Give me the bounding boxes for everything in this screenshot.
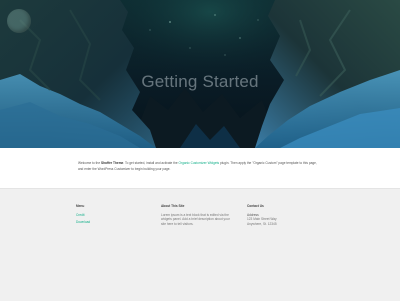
footer-contact-line2: Anywhere, St. 12345: [247, 221, 277, 226]
intro-text-2: . To get started, install and activate t…: [123, 161, 179, 165]
footer-menu-heading: Menu: [76, 204, 85, 208]
footer-about-column: About This Site Lorem ipsum is a text bl…: [161, 204, 233, 226]
footer-about-text: Lorem ipsum is a text block that is edit…: [161, 212, 230, 226]
footer-menu-item-download[interactable]: Download: [76, 220, 146, 225]
page-title: Getting Started: [141, 72, 259, 91]
plugin-link[interactable]: Organic Customizer Widgets: [179, 161, 220, 165]
site-logo[interactable]: [7, 9, 31, 33]
footer-contact-heading: Contact Us: [247, 204, 264, 208]
footer-menu-column: Menu Credit Download: [76, 204, 146, 228]
hero-banner: Getting Started: [0, 0, 400, 148]
theme-name: Shoffer Theme: [100, 161, 124, 165]
site-footer: Menu Credit Download About This Site Lor…: [0, 188, 400, 301]
footer-menu-item-credit[interactable]: Credit: [76, 213, 146, 218]
footer-contact-column: Contact Us Address 123 Main Street Way A…: [247, 204, 317, 226]
footer-about-heading: About This Site: [161, 204, 185, 208]
intro-paragraph: Welcome to the Shoffer Theme. To get sta…: [78, 161, 322, 172]
intro-text-1: Welcome to the: [78, 161, 101, 165]
